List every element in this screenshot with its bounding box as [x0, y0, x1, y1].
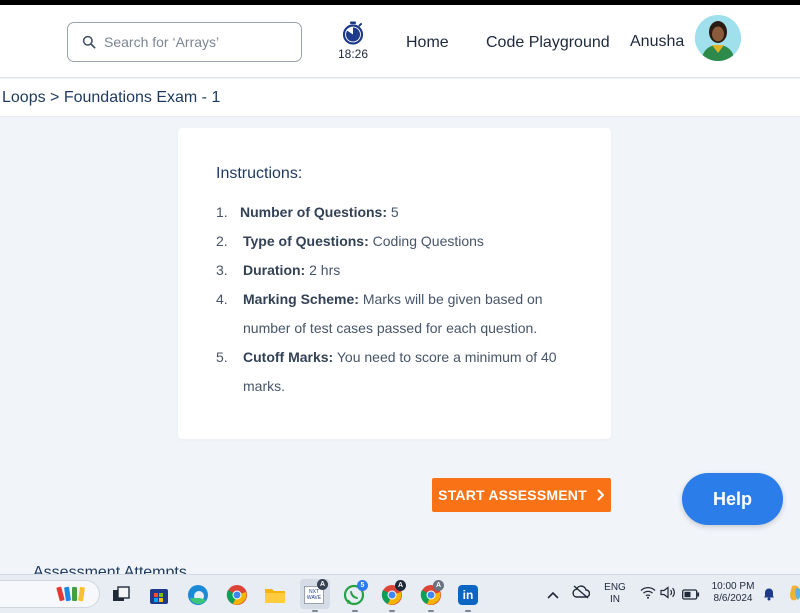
chevron-right-icon [597, 489, 604, 501]
start-assessment-label: START ASSESSMENT [438, 487, 587, 503]
instruction-label: Number of Questions: [240, 204, 388, 220]
chrome-profile-badge: A [433, 580, 444, 591]
edge-icon[interactable] [187, 584, 209, 606]
stopwatch-icon [342, 21, 364, 45]
battery-icon[interactable] [682, 587, 700, 605]
file-explorer-icon[interactable] [264, 584, 286, 606]
chevron-up-icon[interactable] [547, 587, 559, 605]
clock-time: 10:00 PM [711, 581, 755, 592]
cloud-sync-icon[interactable] [572, 585, 591, 604]
nav-code-playground-link[interactable]: Code Playground [486, 34, 610, 52]
instruction-label: Cutoff Marks: [243, 349, 334, 365]
instruction-value: 2 hrs [305, 262, 341, 278]
linkedin-icon[interactable]: in [458, 585, 478, 605]
notification-bell-icon[interactable] [763, 586, 775, 606]
instruction-number: 5. [216, 349, 228, 365]
active-indicator [312, 610, 318, 612]
start-assessment-button[interactable]: START ASSESSMENT [432, 478, 611, 512]
taskbar-search-area[interactable] [0, 580, 100, 608]
region-text: IN [610, 594, 620, 605]
user-name[interactable]: Anusha [630, 33, 684, 51]
chrome-profile-badge: A [395, 580, 406, 591]
avatar[interactable] [695, 15, 741, 61]
instruction-number: 4. [216, 291, 228, 307]
breadcrumb[interactable]: Loops > Foundations Exam - 1 [2, 89, 220, 107]
language-text: ENG [604, 582, 626, 593]
volume-icon[interactable] [660, 586, 676, 604]
store-icon[interactable] [148, 584, 170, 606]
taskbar: NXT WAVE A 5 A A in ENG IN 10:00 PM 8/6/2… [0, 574, 800, 613]
active-indicator [465, 610, 471, 612]
user-photo [695, 15, 741, 61]
assessment-attempts-heading: Assessment Attempts [33, 564, 187, 574]
instruction-label: Duration: [243, 262, 306, 278]
ccbp-badge: A [317, 579, 328, 590]
search-input[interactable] [104, 34, 284, 50]
active-indicator [389, 610, 395, 612]
copilot-icon[interactable] [788, 584, 800, 602]
chrome-icon[interactable] [226, 584, 248, 606]
active-indicator [352, 610, 358, 612]
instructions-title: Instructions: [216, 165, 303, 182]
search-icon [82, 35, 96, 49]
instruction-label: Type of Questions: [243, 233, 369, 249]
crayons-icon [56, 586, 85, 602]
clock[interactable]: 10:00 PM 8/6/2024 [706, 581, 760, 605]
language-indicator[interactable]: ENG IN [602, 582, 628, 606]
instruction-number: 1. [216, 204, 228, 220]
nav-home-link[interactable]: Home [406, 34, 449, 52]
help-button[interactable]: Help [682, 473, 783, 525]
active-indicator [428, 610, 434, 612]
instruction-value: Coding Questions [368, 233, 484, 249]
instruction-number: 3. [216, 262, 228, 278]
exam-timer: 18:26 [335, 21, 371, 67]
wifi-icon[interactable] [640, 586, 656, 604]
top-navbar: 18:26 Home Code Playground Anusha [0, 5, 800, 78]
instruction-number: 2. [216, 233, 228, 249]
whatsapp-badge: 5 [357, 580, 368, 591]
ccbp-app-icon[interactable]: NXT WAVE A [300, 579, 330, 609]
task-view-icon[interactable] [110, 584, 132, 606]
instructions-card: Instructions: 1. Number of Questions: 5 … [178, 128, 611, 439]
instruction-label: Marking Scheme: [243, 291, 359, 307]
instruction-value: 5 [387, 204, 399, 220]
search-box[interactable] [67, 22, 302, 62]
timer-text: 18:26 [337, 47, 369, 61]
clock-date: 8/6/2024 [713, 593, 753, 604]
